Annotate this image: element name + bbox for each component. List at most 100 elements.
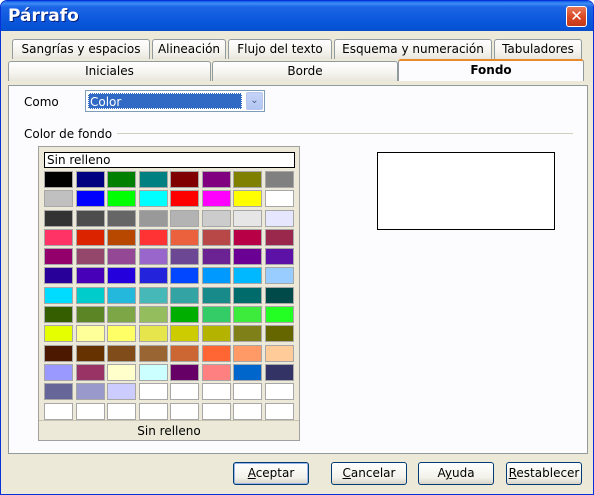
tab-tabuladores[interactable]: Tabuladores bbox=[494, 39, 582, 59]
tab-iniciales[interactable]: Iniciales bbox=[8, 61, 211, 81]
tab-flujo-texto[interactable]: Flujo del texto bbox=[228, 39, 332, 59]
color-swatch[interactable] bbox=[233, 363, 262, 381]
tab-fondo[interactable]: Fondo bbox=[398, 59, 584, 81]
color-swatch[interactable] bbox=[201, 190, 231, 208]
color-swatch[interactable] bbox=[75, 248, 105, 266]
tab-borde[interactable]: Borde bbox=[212, 61, 398, 81]
color-swatch[interactable] bbox=[264, 267, 294, 285]
color-swatch[interactable] bbox=[75, 171, 105, 188]
color-swatch[interactable] bbox=[75, 344, 105, 362]
color-swatch[interactable] bbox=[233, 344, 262, 362]
color-swatch[interactable] bbox=[44, 171, 73, 188]
color-swatch[interactable] bbox=[201, 325, 231, 343]
color-swatch[interactable] bbox=[170, 171, 199, 188]
color-swatch[interactable] bbox=[75, 209, 105, 227]
color-swatch[interactable] bbox=[170, 306, 199, 324]
color-swatch[interactable] bbox=[107, 209, 136, 227]
help-button[interactable]: Ayuda bbox=[418, 462, 494, 485]
color-swatch[interactable] bbox=[138, 383, 168, 401]
color-swatch[interactable] bbox=[138, 171, 168, 188]
color-swatch[interactable] bbox=[44, 325, 73, 343]
color-swatch[interactable] bbox=[138, 228, 168, 246]
color-swatch[interactable] bbox=[44, 306, 73, 324]
color-swatch[interactable] bbox=[44, 228, 73, 246]
tab-esquema-numeracion[interactable]: Esquema y numeración bbox=[334, 39, 492, 59]
color-swatch[interactable] bbox=[75, 306, 105, 324]
color-swatch[interactable] bbox=[201, 383, 231, 401]
color-swatch[interactable] bbox=[233, 228, 262, 246]
color-swatch[interactable] bbox=[138, 325, 168, 343]
color-swatch[interactable] bbox=[233, 402, 262, 420]
color-swatch[interactable] bbox=[75, 267, 105, 285]
color-swatch[interactable] bbox=[170, 344, 199, 362]
color-swatch[interactable] bbox=[170, 402, 199, 420]
color-swatch[interactable] bbox=[201, 363, 231, 381]
color-swatch[interactable] bbox=[170, 190, 199, 208]
accept-button[interactable]: Aceptar bbox=[233, 462, 309, 485]
color-swatch[interactable] bbox=[75, 363, 105, 381]
color-swatch[interactable] bbox=[233, 383, 262, 401]
no-fill-option-top[interactable]: Sin relleno bbox=[44, 152, 295, 168]
color-swatch[interactable] bbox=[138, 190, 168, 208]
color-swatch[interactable] bbox=[170, 228, 199, 246]
color-swatch[interactable] bbox=[233, 209, 262, 227]
tab-sangrias[interactable]: Sangrías y espacios bbox=[12, 39, 150, 59]
color-swatch[interactable] bbox=[201, 402, 231, 420]
color-swatch[interactable] bbox=[233, 267, 262, 285]
color-swatch[interactable] bbox=[201, 248, 231, 266]
color-swatch[interactable] bbox=[44, 344, 73, 362]
color-swatch[interactable] bbox=[107, 325, 136, 343]
color-swatch[interactable] bbox=[138, 267, 168, 285]
color-swatch[interactable] bbox=[44, 383, 73, 401]
cancel-button[interactable]: Cancelar bbox=[331, 462, 407, 485]
color-swatch[interactable] bbox=[264, 383, 294, 401]
color-swatch[interactable] bbox=[201, 209, 231, 227]
color-swatch[interactable] bbox=[44, 209, 73, 227]
color-swatch[interactable] bbox=[170, 325, 199, 343]
color-swatch[interactable] bbox=[75, 325, 105, 343]
color-swatch[interactable] bbox=[264, 344, 294, 362]
color-swatch[interactable] bbox=[107, 228, 136, 246]
color-swatch[interactable] bbox=[170, 209, 199, 227]
color-swatch[interactable] bbox=[138, 363, 168, 381]
color-swatch[interactable] bbox=[233, 248, 262, 266]
color-swatch[interactable] bbox=[138, 402, 168, 420]
color-swatch[interactable] bbox=[170, 286, 199, 304]
title-bar[interactable]: Párrafo ✕ bbox=[1, 1, 593, 31]
color-swatch[interactable] bbox=[138, 209, 168, 227]
color-swatch[interactable] bbox=[233, 325, 262, 343]
tab-alineacion[interactable]: Alineación bbox=[152, 39, 226, 59]
color-swatch[interactable] bbox=[107, 363, 136, 381]
color-swatch[interactable] bbox=[44, 190, 73, 208]
color-swatch[interactable] bbox=[170, 383, 199, 401]
color-swatch[interactable] bbox=[75, 402, 105, 420]
color-swatch[interactable] bbox=[233, 190, 262, 208]
color-swatch[interactable] bbox=[44, 286, 73, 304]
chevron-down-icon[interactable]: ⌄ bbox=[246, 92, 263, 110]
color-swatch[interactable] bbox=[201, 286, 231, 304]
color-swatch[interactable] bbox=[264, 248, 294, 266]
color-swatch[interactable] bbox=[201, 267, 231, 285]
color-swatch[interactable] bbox=[170, 363, 199, 381]
color-swatch[interactable] bbox=[138, 344, 168, 362]
color-swatch[interactable] bbox=[138, 306, 168, 324]
color-swatch[interactable] bbox=[75, 383, 105, 401]
como-select[interactable]: Color ⌄ bbox=[85, 90, 265, 112]
color-swatch[interactable] bbox=[44, 248, 73, 266]
color-swatch[interactable] bbox=[75, 286, 105, 304]
color-swatch[interactable] bbox=[201, 228, 231, 246]
color-swatch[interactable] bbox=[264, 190, 294, 208]
color-swatch[interactable] bbox=[264, 228, 294, 246]
color-swatch[interactable] bbox=[107, 344, 136, 362]
color-swatch[interactable] bbox=[107, 267, 136, 285]
color-swatch[interactable] bbox=[107, 286, 136, 304]
close-button[interactable]: ✕ bbox=[566, 6, 587, 27]
color-swatch[interactable] bbox=[201, 344, 231, 362]
color-swatch[interactable] bbox=[264, 363, 294, 381]
color-swatch[interactable] bbox=[44, 363, 73, 381]
color-swatch[interactable] bbox=[264, 325, 294, 343]
color-swatch[interactable] bbox=[44, 267, 73, 285]
color-swatch[interactable] bbox=[138, 248, 168, 266]
color-swatch[interactable] bbox=[170, 267, 199, 285]
color-swatch[interactable] bbox=[201, 171, 231, 188]
